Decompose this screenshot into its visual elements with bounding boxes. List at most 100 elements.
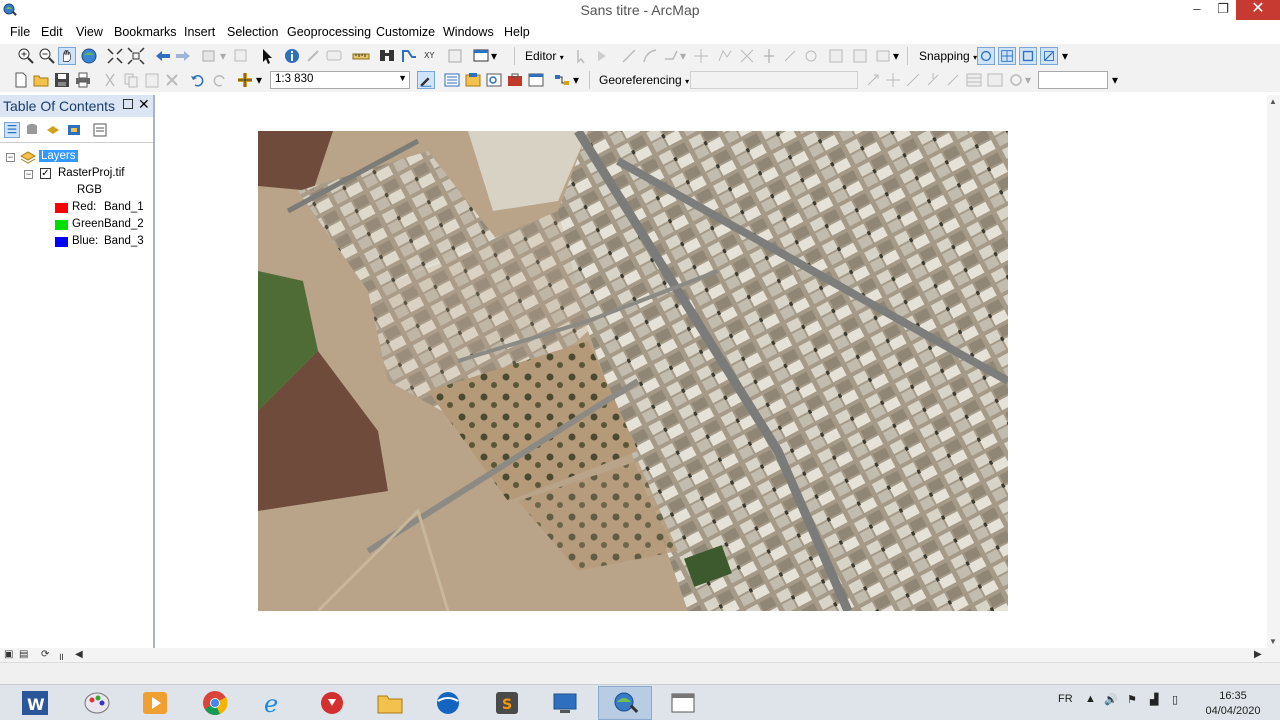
taskbar-chrome[interactable] <box>188 686 242 720</box>
green-swatch[interactable] <box>55 220 68 230</box>
action-center-icon[interactable]: ⚑ <box>1127 693 1137 706</box>
toc-options-icon[interactable] <box>92 122 108 138</box>
catalog-window-icon[interactable] <box>464 71 482 89</box>
add-data-dropdown-arrow[interactable]: ▾ <box>256 73 262 87</box>
menu-help[interactable]: Help <box>504 25 530 39</box>
editor-toolbar-icon[interactable] <box>417 71 435 89</box>
scroll-up-icon[interactable]: ▲ <box>1269 97 1277 106</box>
taskbar-network[interactable] <box>538 686 592 720</box>
fixed-zoom-in-icon[interactable] <box>106 47 124 65</box>
menu-windows[interactable]: Windows <box>443 25 494 39</box>
volume-icon[interactable]: 🔊 <box>1104 693 1118 706</box>
clear-selection-icon[interactable] <box>232 47 250 65</box>
full-extent-icon[interactable] <box>80 47 98 65</box>
menu-insert[interactable]: Insert <box>184 25 215 39</box>
band-row-blue[interactable]: Blue: Band_3 <box>0 234 153 251</box>
refresh-icon[interactable]: ⟳ <box>41 649 49 660</box>
find-route-icon[interactable] <box>400 47 418 65</box>
editor-options-icon[interactable] <box>874 47 892 65</box>
georeferencing-toolbar-overflow[interactable]: ▾ <box>1112 73 1118 87</box>
attributes-icon[interactable] <box>802 47 820 65</box>
forward-icon[interactable] <box>174 47 192 65</box>
taskbar-arcmap[interactable] <box>598 686 652 720</box>
split-tool-icon[interactable] <box>760 47 778 65</box>
taskbar-word[interactable]: W <box>8 686 62 720</box>
hyperlink-icon[interactable] <box>304 47 322 65</box>
view-link-table-icon[interactable] <box>965 71 983 89</box>
edit-vertices-icon[interactable] <box>692 47 710 65</box>
list-by-selection-icon[interactable] <box>66 122 82 138</box>
delete-icon[interactable] <box>163 71 181 89</box>
snapping-menu[interactable]: Snapping ▾ <box>919 49 977 63</box>
add-control-points-icon[interactable] <box>944 71 962 89</box>
construct-dropdown-arrow[interactable]: ▾ <box>680 49 686 63</box>
go-to-xy-icon[interactable]: XY <box>421 47 439 65</box>
straight-segment-icon[interactable] <box>620 47 638 65</box>
taskbar-downloader[interactable] <box>305 686 359 720</box>
rotate-tool-icon[interactable] <box>781 47 799 65</box>
red-swatch[interactable] <box>55 203 68 213</box>
model-builder-icon[interactable] <box>553 71 571 89</box>
rotate-dropdown-arrow[interactable]: ▾ <box>1025 73 1031 87</box>
blue-swatch[interactable] <box>55 237 68 247</box>
taskbar-file-explorer[interactable] <box>363 686 417 720</box>
toc-close-icon[interactable]: ✕ <box>138 96 150 113</box>
menu-file[interactable]: File <box>10 25 30 39</box>
menu-view[interactable]: View <box>76 25 103 39</box>
undo-icon[interactable] <box>189 71 207 89</box>
zoom-in-icon[interactable] <box>17 47 35 65</box>
map-scale-combo[interactable]: 1:3 830 ▼ <box>270 71 410 89</box>
edge-snapping-icon[interactable] <box>1040 47 1058 65</box>
menu-geoprocessing[interactable]: Geoprocessing <box>287 25 371 39</box>
rotate-icon[interactable] <box>864 71 882 89</box>
create-features-icon[interactable] <box>851 47 869 65</box>
measure-icon[interactable] <box>352 47 370 65</box>
language-indicator[interactable]: FR <box>1058 693 1073 705</box>
system-clock[interactable]: 16:35 04/04/2020 <box>1203 689 1263 719</box>
georeferencing-menu[interactable]: Georeferencing ▾ <box>599 73 689 87</box>
taskbar-window[interactable] <box>656 686 710 720</box>
battery-icon[interactable]: ▯ <box>1172 693 1178 706</box>
add-data-icon[interactable] <box>236 71 254 89</box>
select-dropdown-arrow[interactable]: ▾ <box>220 49 226 63</box>
create-viewer-icon[interactable] <box>472 47 490 65</box>
cut-icon[interactable] <box>101 71 119 89</box>
python-window-icon[interactable] <box>527 71 545 89</box>
viewer-dropdown-arrow[interactable]: ▾ <box>491 49 497 63</box>
editor-menu[interactable]: Editor ▾ <box>525 49 564 63</box>
edit-tool-icon[interactable] <box>573 47 591 65</box>
data-frame-row[interactable]: − Layers <box>0 149 153 166</box>
layout-view-icon[interactable]: ▤ <box>19 649 28 660</box>
scroll-down-icon[interactable]: ▼ <box>1269 637 1277 646</box>
arctoolbox-icon[interactable] <box>506 71 524 89</box>
save-icon[interactable] <box>53 71 71 89</box>
pan-icon[interactable] <box>58 47 76 65</box>
new-document-icon[interactable] <box>12 71 30 89</box>
paste-icon[interactable] <box>143 71 161 89</box>
data-frame-label[interactable]: Layers <box>39 150 78 162</box>
back-icon[interactable] <box>154 47 172 65</box>
scroll-left-icon[interactable]: ◀ <box>75 649 83 660</box>
fixed-zoom-out-icon[interactable] <box>127 47 145 65</box>
scroll-right-icon[interactable]: ▶ <box>1254 649 1262 660</box>
taskbar-media-player[interactable] <box>128 686 182 720</box>
select-features-icon[interactable] <box>200 47 218 65</box>
zoom-out-icon[interactable] <box>38 47 56 65</box>
collapse-icon[interactable]: − <box>24 170 33 179</box>
sketch-properties-icon[interactable] <box>827 47 845 65</box>
select-elements-icon[interactable] <box>258 47 276 65</box>
layer-name[interactable]: RasterProj.tif <box>58 167 124 179</box>
taskbar-google-earth[interactable] <box>421 686 475 720</box>
redo-icon[interactable] <box>210 71 228 89</box>
end-point-arc-icon[interactable] <box>641 47 659 65</box>
layer-visibility-checkbox[interactable]: ✓ <box>40 168 51 179</box>
snapping-toolbar-overflow[interactable]: ▾ <box>1062 49 1068 63</box>
menu-edit[interactable]: Edit <box>41 25 63 39</box>
auto-registration-icon[interactable] <box>986 71 1004 89</box>
raster-image[interactable] <box>258 131 1008 611</box>
end-snapping-icon[interactable] <box>998 47 1016 65</box>
copy-icon[interactable] <box>122 71 140 89</box>
editor-toolbar-overflow[interactable]: ▾ <box>893 49 899 63</box>
identify-icon[interactable] <box>283 47 301 65</box>
menu-customize[interactable]: Customize <box>376 25 435 39</box>
